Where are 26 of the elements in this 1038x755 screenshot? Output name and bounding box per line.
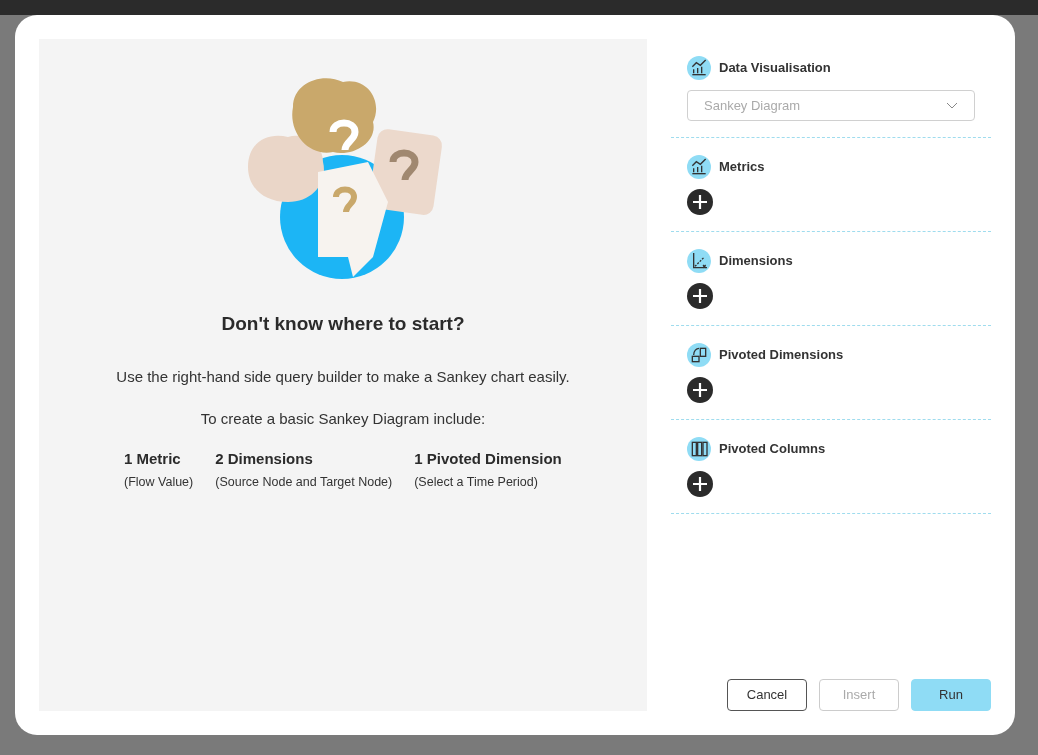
chart-icon	[687, 56, 711, 80]
axes-icon	[687, 249, 711, 273]
section-title: Pivoted Dimensions	[719, 346, 844, 365]
section-title: Pivoted Columns	[719, 440, 826, 459]
section-title: Data Visualisation	[719, 59, 831, 78]
intro-heading: Don't know where to start?	[221, 312, 465, 336]
requirement-detail: (Flow Value)	[124, 474, 194, 491]
columns-icon	[687, 437, 711, 461]
chevron-down-icon	[946, 101, 958, 110]
section-title: Metrics	[719, 158, 765, 177]
intro-text: Use the right-hand side query builder to make a Sankey chart easily.	[116, 366, 570, 387]
requirement-detail: (Source Node and Target Node)	[215, 474, 393, 491]
requirement-detail: (Select a Time Period)	[414, 474, 539, 491]
section-title: Dimensions	[719, 252, 793, 271]
requirement-title: 1 Pivoted Dimension	[414, 448, 562, 469]
action-button[interactable]: Cancel	[727, 679, 807, 711]
add-icon[interactable]	[687, 189, 713, 215]
add-icon[interactable]	[687, 377, 713, 403]
requirement-title: 2 Dimensions	[215, 448, 314, 469]
requirement-title: 1 Metric	[124, 448, 182, 469]
run-button[interactable]: Run	[911, 679, 991, 711]
chart-icon	[687, 155, 711, 179]
intro-instruction: To create a basic Sankey Diagram include:	[200, 409, 486, 429]
add-icon[interactable]	[687, 471, 713, 497]
add-icon[interactable]	[687, 283, 713, 309]
pivot-icon	[687, 343, 711, 367]
